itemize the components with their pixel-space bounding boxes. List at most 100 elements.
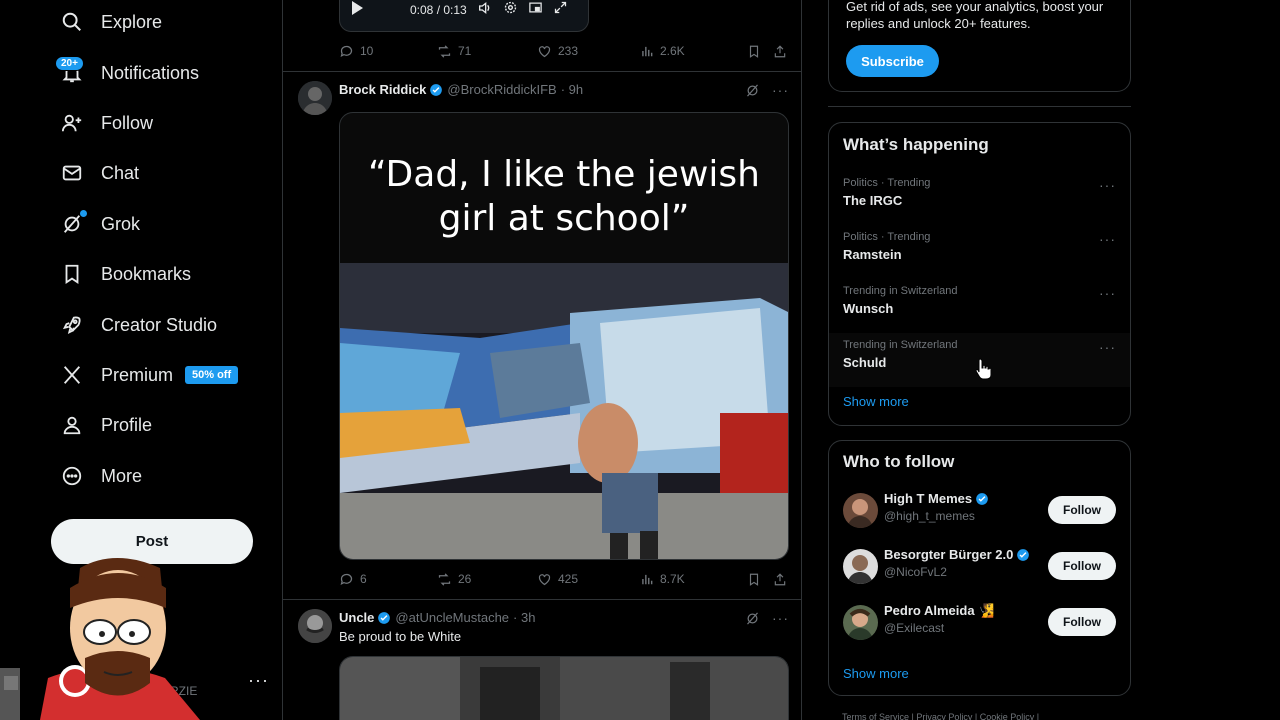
volume-icon[interactable]	[477, 0, 493, 21]
reply-button[interactable]: 6	[339, 572, 437, 587]
play-icon[interactable]	[350, 0, 364, 21]
repost-icon	[438, 572, 451, 586]
trend-more-icon[interactable]: ···	[1099, 285, 1116, 301]
tweet-more-icon[interactable]: ···	[772, 82, 789, 98]
avatar[interactable]	[843, 549, 878, 584]
nav-grok-label: Grok	[101, 213, 141, 234]
nav-chat-label: Chat	[101, 162, 140, 183]
trend-item[interactable]: Trending in Switzerland Wunsch ···	[829, 279, 1130, 333]
tweet-actions: 10 71 233 2.6K	[339, 41, 789, 61]
trend-more-icon[interactable]: ···	[1099, 177, 1116, 193]
notifications-badge: 20+	[55, 56, 84, 71]
subscribe-button[interactable]: Subscribe	[846, 45, 939, 77]
grok-icon	[747, 83, 758, 97]
left-nav: Explore Notifications 20+ Follow Chat Gr…	[0, 0, 282, 720]
tweet-video[interactable]: “Dad, I like the jewish girl at school”	[339, 112, 789, 560]
timeline: 0:08 / 0:13 10 71 233 2.6K Brock Riddick…	[282, 0, 802, 720]
streamer-cartoon-overlay	[0, 558, 200, 720]
trend-more-icon[interactable]: ···	[1099, 231, 1116, 247]
more-circle-icon	[58, 462, 86, 490]
bookmark-icon	[58, 260, 86, 288]
suggestion-name: Pedro Almeida 🧏	[884, 603, 994, 619]
nav-premium-label: Premium	[101, 364, 174, 385]
premium-promo-text: Get rid of ads, see your analytics, boos…	[846, 0, 1104, 31]
avatar[interactable]	[843, 605, 878, 640]
video-time: 0:08 / 0:13	[410, 3, 467, 17]
repost-count: 26	[458, 572, 472, 586]
share-icon	[774, 44, 786, 57]
nav-profile[interactable]: Profile	[58, 405, 152, 445]
reply-icon	[340, 45, 353, 57]
nav-follow[interactable]: Follow	[58, 103, 153, 143]
repost-button[interactable]: 26	[437, 572, 537, 587]
bookmark-button[interactable]	[747, 572, 773, 587]
tweet-avatar[interactable]	[298, 609, 332, 643]
tweet-author-name[interactable]: Brock Riddick	[339, 82, 426, 97]
bookmark-button[interactable]	[747, 44, 773, 59]
nav-creator-studio-label: Creator Studio	[101, 314, 218, 335]
tweet-header-actions: ···	[745, 610, 789, 626]
nav-grok[interactable]: Grok	[58, 204, 140, 244]
repost-button[interactable]: 71	[437, 44, 537, 59]
views-count: 2.6K	[660, 44, 685, 58]
share-button[interactable]	[773, 572, 787, 587]
reply-button[interactable]: 10	[339, 44, 437, 59]
account-more-icon[interactable]: ···	[248, 670, 269, 691]
share-button[interactable]	[773, 44, 787, 59]
hand-cursor-icon	[975, 358, 991, 380]
trends-show-more-link[interactable]: Show more	[843, 394, 909, 409]
follow-button[interactable]: Follow	[1048, 552, 1116, 580]
tweet-author-name[interactable]: Uncle	[339, 610, 374, 625]
trend-more-icon[interactable]: ···	[1099, 339, 1116, 355]
suggestion-name-text: High T Memes	[884, 491, 973, 506]
trend-meta: Politics · Trending	[843, 231, 931, 243]
grok-icon	[747, 611, 758, 625]
follow-button[interactable]: Follow	[1048, 496, 1116, 524]
tweet-header: Uncle @atUncleMustache · 3h	[339, 610, 535, 625]
tweet-avatar[interactable]	[298, 81, 332, 115]
suggestion-name: Besorgter Bürger 2.0	[884, 547, 1030, 562]
reply-count: 6	[360, 572, 367, 586]
nav-more[interactable]: More	[58, 456, 142, 496]
tweet-header-actions: ···	[745, 82, 789, 98]
follow-suggestion[interactable]: Pedro Almeida 🧏 @Exilecast Follow	[829, 599, 1130, 649]
like-button[interactable]: 425	[537, 572, 640, 587]
nav-explore-label: Explore	[101, 11, 163, 32]
nav-chat[interactable]: Chat	[58, 153, 139, 193]
nav-explore[interactable]: Explore	[58, 2, 162, 42]
trend-meta: Trending in Switzerland	[843, 285, 958, 297]
video-player-controls[interactable]: 0:08 / 0:13	[339, 0, 589, 32]
bookmark-icon	[749, 573, 759, 586]
fullscreen-icon[interactable]	[553, 0, 568, 20]
tweet-more-icon[interactable]: ···	[772, 610, 789, 626]
person-icon	[58, 411, 86, 439]
who-to-follow-show-more-link[interactable]: Show more	[843, 666, 909, 681]
settings-icon[interactable]	[503, 0, 518, 20]
premium-promo-card: Get rid of ads, see your analytics, boos…	[828, 0, 1131, 92]
repost-icon	[438, 44, 451, 58]
reply-icon	[340, 573, 353, 585]
trend-item[interactable]: Politics · Trending Ramstein ···	[829, 225, 1130, 279]
like-button[interactable]: 233	[537, 44, 640, 59]
nav-bookmarks[interactable]: Bookmarks	[58, 254, 191, 294]
avatar[interactable]	[843, 493, 878, 528]
trend-name: The IRGC	[843, 193, 903, 208]
x-logo-icon	[58, 361, 86, 389]
views-button[interactable]: 8.7K	[640, 572, 747, 586]
suggestion-handle: @NicoFvL2	[884, 565, 947, 579]
follow-suggestion[interactable]: High T Memes @high_t_memes Follow	[829, 487, 1130, 537]
follow-suggestion[interactable]: Besorgter Bürger 2.0 @NicoFvL2 Follow	[829, 543, 1130, 593]
tweet-author-handle[interactable]: @BrockRiddickIFB	[447, 82, 556, 97]
suggestion-handle: @Exilecast	[884, 621, 945, 635]
trend-item[interactable]: Politics · Trending The IRGC ···	[829, 171, 1130, 225]
pip-icon[interactable]	[528, 0, 543, 20]
footer-links[interactable]: Terms of Service | Privacy Policy | Cook…	[842, 712, 1039, 720]
nav-creator-studio[interactable]: Creator Studio	[58, 305, 217, 345]
tweet-image[interactable]	[339, 656, 789, 720]
views-button[interactable]: 2.6K	[640, 44, 747, 58]
tweet-author-handle[interactable]: @atUncleMustache	[395, 610, 509, 625]
whats-happening-card: What’s happening Politics · Trending The…	[828, 122, 1131, 426]
follow-button[interactable]: Follow	[1048, 608, 1116, 636]
nav-premium[interactable]: Premium 50% off	[58, 355, 239, 395]
nav-notifications-label: Notifications	[101, 62, 200, 83]
